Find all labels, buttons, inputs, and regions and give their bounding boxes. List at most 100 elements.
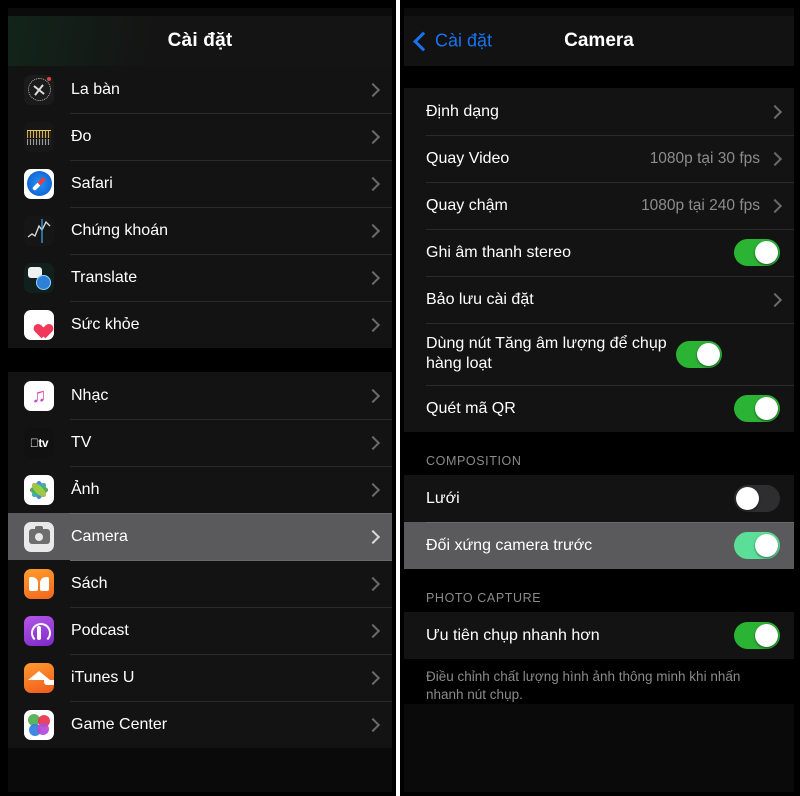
- translate-icon: [24, 262, 54, 293]
- row-record-video[interactable]: Quay Video 1080p tại 30 fps: [404, 135, 794, 182]
- dual-screenshot-container: Cài đặt La bàn Đo Safari Chứng khoán Tra…: [0, 0, 800, 796]
- books-icon: [24, 568, 54, 599]
- chevron-right-icon: [365, 223, 381, 238]
- photos-icon: [24, 474, 54, 505]
- sidebar-item-label: Translate: [71, 268, 138, 286]
- chevron-right-icon: [365, 482, 381, 497]
- toggle-mirror-front-camera[interactable]: [734, 532, 780, 559]
- stocks-icon: [24, 215, 54, 246]
- settings-group-2: ♫ Nhạc tv TV: [8, 372, 392, 748]
- status-bar-right: [404, 8, 794, 16]
- sidebar-item-music[interactable]: ♫ Nhạc: [8, 372, 392, 419]
- measure-icon: [24, 121, 54, 152]
- sidebar-item-label: Sách: [71, 574, 108, 592]
- chevron-right-icon: [365, 317, 381, 332]
- compass-icon: [24, 74, 54, 105]
- right-phone-screenshot: Cài đặt Camera Định dạng Quay Video 1080…: [400, 0, 800, 796]
- chevron-right-icon: [365, 576, 381, 591]
- sidebar-item-safari[interactable]: Safari: [8, 160, 392, 207]
- row-volume-up-burst[interactable]: Dùng nút Tăng âm lượng để chụp hàng loạt: [404, 323, 794, 385]
- sidebar-item-tv[interactable]: tv TV: [8, 419, 392, 466]
- sidebar-item-label: Podcast: [71, 621, 129, 639]
- sidebar-item-label: Sức khỏe: [71, 315, 140, 333]
- row-label: Định dạng: [426, 102, 499, 120]
- sidebar-item-books[interactable]: Sách: [8, 560, 392, 607]
- camera-section-photo-capture: Ưu tiên chụp nhanh hơn: [404, 612, 794, 659]
- row-format[interactable]: Định dạng: [404, 88, 794, 135]
- camera-navbar: Cài đặt Camera: [404, 16, 794, 66]
- section-footer-photo-capture: Điều chỉnh chất lượng hình ảnh thông min…: [404, 659, 794, 705]
- row-record-slo-mo[interactable]: Quay chậm 1080p tại 240 fps: [404, 182, 794, 229]
- toggle-volume-up-burst[interactable]: [676, 340, 722, 368]
- toggle-record-stereo-sound[interactable]: [734, 239, 780, 266]
- toggle-grid[interactable]: [734, 485, 780, 512]
- camera-icon: [24, 521, 54, 552]
- chevron-right-icon: [767, 292, 783, 307]
- camera-section-composition: Lưới Đối xứng camera trước: [404, 475, 794, 569]
- chevron-right-icon: [365, 623, 381, 638]
- apple-tv-icon: tv: [24, 427, 54, 458]
- page-title: Camera: [564, 30, 634, 51]
- row-record-stereo-sound[interactable]: Ghi âm thanh stereo: [404, 229, 794, 276]
- sidebar-item-stocks[interactable]: Chứng khoán: [8, 207, 392, 254]
- sidebar-item-label: Game Center: [71, 715, 168, 733]
- row-label: Dùng nút Tăng âm lượng để chụp hàng loạt: [426, 335, 667, 372]
- sidebar-item-label: Safari: [71, 174, 113, 192]
- settings-navbar: Cài đặt: [8, 16, 392, 66]
- sidebar-item-label: TV: [71, 433, 92, 451]
- sidebar-item-label: Camera: [71, 527, 128, 545]
- section-header-composition: COMPOSITION: [404, 432, 794, 475]
- right-screen-content: Cài đặt Camera Định dạng Quay Video 1080…: [404, 8, 794, 792]
- row-scan-qr-codes[interactable]: Quét mã QR: [404, 385, 794, 432]
- left-screen-content: Cài đặt La bàn Đo Safari Chứng khoán Tra…: [8, 8, 392, 792]
- row-label: Quay chậm: [426, 196, 508, 214]
- section-top-spacer: [404, 66, 794, 88]
- back-button[interactable]: Cài đặt: [413, 30, 493, 52]
- row-label: Bảo lưu cài đặt: [426, 290, 534, 308]
- sidebar-item-camera[interactable]: Camera: [8, 513, 392, 560]
- sidebar-item-photos[interactable]: Ảnh: [8, 466, 392, 513]
- toggle-scan-qr-codes[interactable]: [734, 395, 780, 422]
- sidebar-item-label: Nhạc: [71, 386, 109, 404]
- row-mirror-front-camera[interactable]: Đối xứng camera trước: [404, 522, 794, 569]
- chevron-right-icon: [365, 435, 381, 450]
- row-label: Quét mã QR: [426, 399, 516, 417]
- sidebar-item-game-center[interactable]: Game Center: [8, 701, 392, 748]
- itunes-u-icon: [24, 662, 54, 693]
- chevron-right-icon: [767, 104, 783, 119]
- status-bar-left: [8, 8, 392, 16]
- music-icon: ♫: [24, 380, 54, 411]
- chevron-right-icon: [365, 717, 381, 732]
- back-button-label: Cài đặt: [435, 30, 493, 51]
- row-label: Ghi âm thanh stereo: [426, 243, 571, 261]
- sidebar-item-label: iTunes U: [71, 668, 135, 686]
- sidebar-item-compass[interactable]: La bàn: [8, 66, 392, 113]
- row-value: 1080p tại 30 fps: [649, 149, 760, 167]
- sidebar-item-podcast[interactable]: Podcast: [8, 607, 392, 654]
- sidebar-item-label: Ảnh: [71, 480, 100, 498]
- row-label: Lưới: [426, 489, 460, 507]
- chevron-left-icon: [413, 31, 433, 51]
- sidebar-item-itunes-u[interactable]: iTunes U: [8, 654, 392, 701]
- sidebar-item-label: La bàn: [71, 80, 120, 98]
- chevron-right-icon: [767, 198, 783, 213]
- sidebar-item-label: Đo: [71, 127, 92, 145]
- section-header-photo-capture: PHOTO CAPTURE: [404, 569, 794, 612]
- chevron-right-icon: [365, 388, 381, 403]
- row-grid[interactable]: Lưới: [404, 475, 794, 522]
- game-center-icon: [24, 709, 54, 740]
- row-label: Quay Video: [426, 149, 510, 167]
- left-phone-screenshot: Cài đặt La bàn Đo Safari Chứng khoán Tra…: [0, 0, 400, 796]
- sidebar-item-measure[interactable]: Đo: [8, 113, 392, 160]
- row-preserve-settings[interactable]: Bảo lưu cài đặt: [404, 276, 794, 323]
- row-label: Đối xứng camera trước: [426, 536, 593, 554]
- toggle-prioritize-faster-shooting[interactable]: [734, 622, 780, 649]
- camera-section-video: Định dạng Quay Video 1080p tại 30 fps Qu…: [404, 88, 794, 432]
- sidebar-item-translate[interactable]: Translate: [8, 254, 392, 301]
- row-prioritize-faster-shooting[interactable]: Ưu tiên chụp nhanh hơn: [404, 612, 794, 659]
- sidebar-item-health[interactable]: Sức khỏe: [8, 301, 392, 348]
- chevron-right-icon: [365, 82, 381, 97]
- page-title: Cài đặt: [167, 30, 233, 51]
- chevron-right-icon: [365, 529, 381, 544]
- chevron-right-icon: [365, 176, 381, 191]
